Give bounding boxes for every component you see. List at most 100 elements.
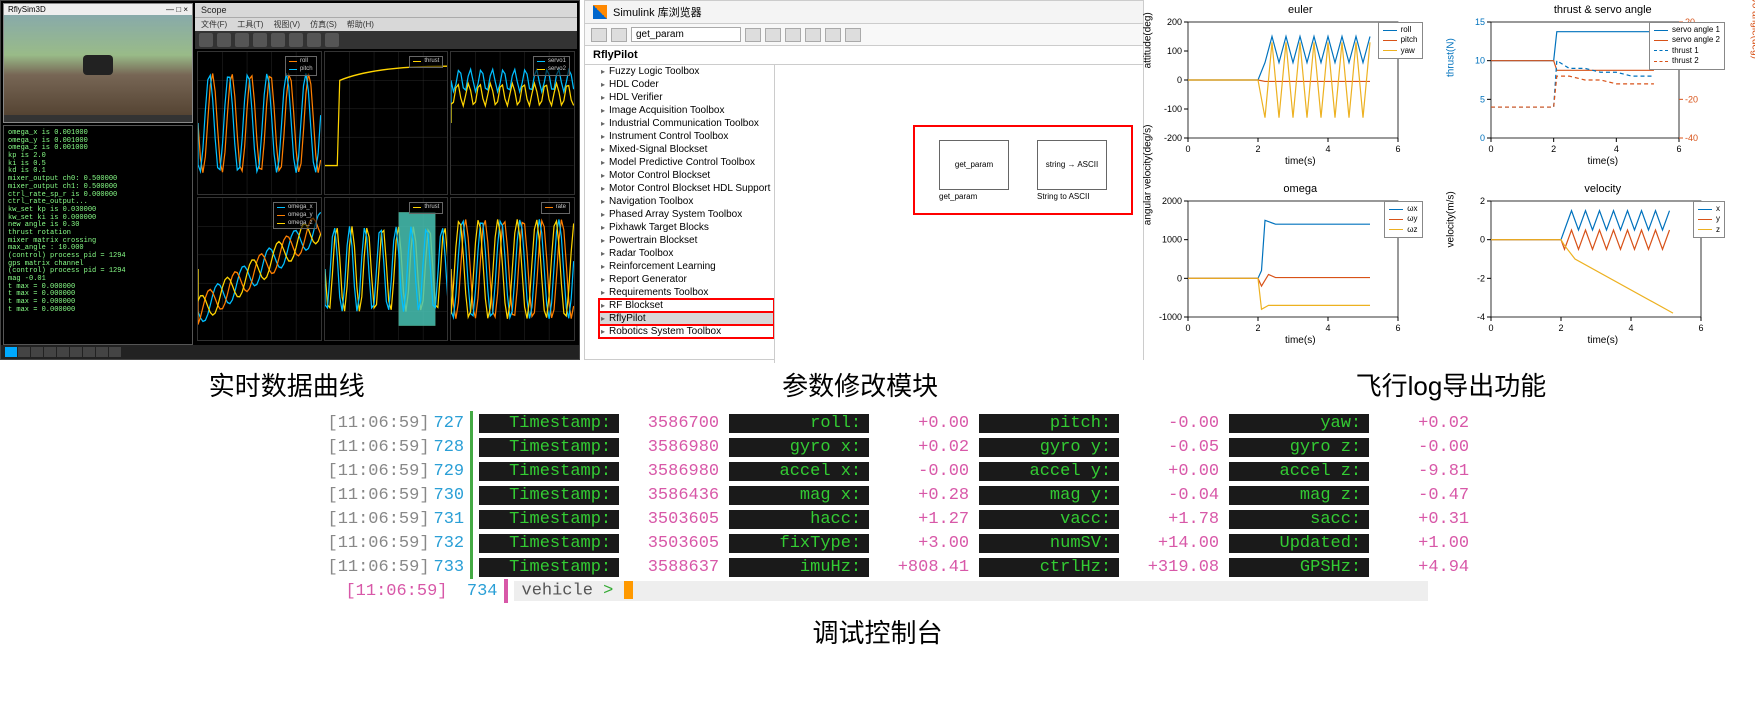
console-value: +0.28 — [869, 486, 979, 505]
scope-plot[interactable]: servo1servo2 — [450, 51, 575, 195]
menu-item[interactable]: 视图(V) — [273, 19, 300, 30]
rfly3d-viewport[interactable] — [4, 15, 192, 115]
taskbar-icon[interactable] — [57, 347, 69, 357]
console-value: +0.02 — [1369, 414, 1479, 433]
back-icon[interactable] — [591, 28, 607, 42]
toolbar-icon[interactable] — [271, 33, 285, 47]
simulink-library-browser: Simulink 库浏览器 RflyPilot Fuzzy Logic Tool… — [584, 0, 1144, 360]
console-value: +0.02 — [869, 438, 979, 457]
tree-item[interactable]: Requirements Toolbox — [599, 286, 774, 299]
taskbar-icon[interactable] — [44, 347, 56, 357]
console-value: +1.00 — [1369, 534, 1479, 553]
toolbar-icon[interactable] — [825, 28, 841, 42]
tree-item[interactable]: Phased Array System Toolbox — [599, 208, 774, 221]
tree-item[interactable]: RF Blockset — [599, 299, 774, 312]
console-value: -0.00 — [869, 462, 979, 481]
toolbar-icon[interactable] — [289, 33, 303, 47]
taskbar-icon[interactable] — [18, 347, 30, 357]
svg-text:0: 0 — [1177, 273, 1182, 283]
menu-item[interactable]: 仿真(S) — [310, 19, 337, 30]
rfly3d-title: RflySim3D — [8, 5, 46, 14]
toolbar-icon[interactable] — [325, 33, 339, 47]
tree-item[interactable]: Report Generator — [599, 273, 774, 286]
scope-plot[interactable]: omega_xomega_yomega_z — [197, 197, 322, 341]
tree-item[interactable]: Instrument Control Toolbox — [599, 130, 774, 143]
x-axis-label: time(s) — [1455, 156, 1752, 167]
maximize-icon[interactable]: □ — [176, 5, 181, 14]
tree-item[interactable]: Image Acquisition Toolbox — [599, 104, 774, 117]
tree-item[interactable]: Mixed-Signal Blockset — [599, 143, 774, 156]
svg-text:2000: 2000 — [1162, 196, 1182, 206]
console-value: 3586700 — [619, 414, 729, 433]
menu-item[interactable]: 帮助(H) — [347, 19, 374, 30]
console-row: [11:06:59] 730 Timestamp:3586436mag x:+0… — [328, 483, 1428, 507]
svg-text:4: 4 — [1325, 144, 1330, 154]
scope-plot[interactable]: thrust — [324, 51, 449, 195]
toolbar-icon[interactable] — [765, 28, 781, 42]
tree-item[interactable]: Model Predictive Control Toolbox — [599, 156, 774, 169]
tree-item[interactable]: Motor Control Blockset — [599, 169, 774, 182]
toolbar-icon[interactable] — [199, 33, 213, 47]
tree-item[interactable]: Radar Toolbox — [599, 247, 774, 260]
scope-menubar[interactable]: 文件(F) 工具(T) 视图(V) 仿真(S) 帮助(H) — [195, 17, 577, 31]
y-axis-label: velocity(m/s) — [1445, 191, 1456, 247]
scope-plot[interactable]: rollpitch — [197, 51, 322, 195]
console-prompt-row[interactable]: [11:06:59] 734 vehicle > — [328, 579, 1428, 603]
toolbar-icon[interactable] — [217, 33, 231, 47]
svg-text:2: 2 — [1558, 323, 1563, 333]
taskbar-icon[interactable] — [109, 347, 121, 357]
scope-plot[interactable]: thrust — [324, 197, 449, 341]
tree-item[interactable]: Motor Control Blockset HDL Support — [599, 182, 774, 195]
search-input[interactable] — [631, 27, 741, 42]
plot-legend: xyz — [1693, 201, 1725, 238]
console-prompt[interactable]: vehicle > — [514, 581, 1428, 600]
tree-item[interactable]: HDL Verifier — [599, 91, 774, 104]
library-canvas[interactable]: get_param get_param string → ASCII Strin… — [775, 65, 1143, 363]
scope-plot[interactable]: rate — [450, 197, 575, 341]
matlab-plot: omega angular velocity(deg/s) 0246-10000… — [1152, 183, 1449, 356]
search-icon[interactable] — [745, 28, 761, 42]
svg-text:-200: -200 — [1164, 133, 1182, 143]
tree-item[interactable]: Reinforcement Learning — [599, 260, 774, 273]
simulink-titlebar: Simulink 库浏览器 — [585, 1, 1143, 24]
close-icon[interactable]: × — [183, 5, 188, 14]
toolbar-icon[interactable] — [805, 28, 821, 42]
menu-item[interactable]: 文件(F) — [201, 19, 227, 30]
library-tree[interactable]: Fuzzy Logic ToolboxHDL CoderHDL Verifier… — [585, 65, 775, 363]
terminal-window[interactable]: omega_x is 0.001000omega_y is 0.001000om… — [3, 125, 193, 345]
menu-item[interactable]: 工具(T) — [237, 19, 263, 30]
start-icon[interactable] — [5, 347, 17, 357]
help-icon[interactable] — [845, 28, 861, 42]
windows-taskbar[interactable] — [1, 345, 579, 359]
svg-text:6: 6 — [1698, 323, 1703, 333]
rfly3d-titlebar: RflySim3D — □ × — [4, 4, 192, 15]
tree-item[interactable]: Fuzzy Logic Toolbox — [599, 65, 774, 78]
taskbar-icon[interactable] — [70, 347, 82, 357]
console-value: +3.00 — [869, 534, 979, 553]
toolbar-icon[interactable] — [253, 33, 267, 47]
tree-item[interactable]: Pixhawk Target Blocks — [599, 221, 774, 234]
console-key: Timestamp: — [479, 510, 619, 529]
tree-item[interactable]: Powertrain Blockset — [599, 234, 774, 247]
tree-item[interactable]: HDL Coder — [599, 78, 774, 91]
taskbar-icon[interactable] — [83, 347, 95, 357]
tree-item[interactable]: RflyPilot — [599, 312, 774, 325]
svg-text:1000: 1000 — [1162, 235, 1182, 245]
console-key: Updated: — [1229, 534, 1369, 553]
minimize-icon[interactable]: — — [166, 5, 174, 14]
tree-item[interactable]: Navigation Toolbox — [599, 195, 774, 208]
tree-item[interactable]: Robotics System Toolbox — [599, 325, 774, 338]
tree-item[interactable]: Industrial Communication Toolbox — [599, 117, 774, 130]
block-get-param[interactable]: get_param — [939, 140, 1009, 190]
toolbar-icon[interactable] — [235, 33, 249, 47]
forward-icon[interactable] — [611, 28, 627, 42]
console-timestamp: [11:06:59] — [328, 534, 430, 553]
toolbar-icon[interactable] — [307, 33, 321, 47]
scope-toolbar[interactable] — [195, 31, 577, 49]
taskbar-icon[interactable] — [31, 347, 43, 357]
toolbar-icon[interactable] — [785, 28, 801, 42]
matlab-plots-panel: euler attitude(deg) 0246-200-1000100200 … — [1148, 0, 1755, 360]
taskbar-icon[interactable] — [96, 347, 108, 357]
block-string-to-ascii[interactable]: string → ASCII — [1037, 140, 1107, 190]
console-key: accel y: — [979, 462, 1119, 481]
